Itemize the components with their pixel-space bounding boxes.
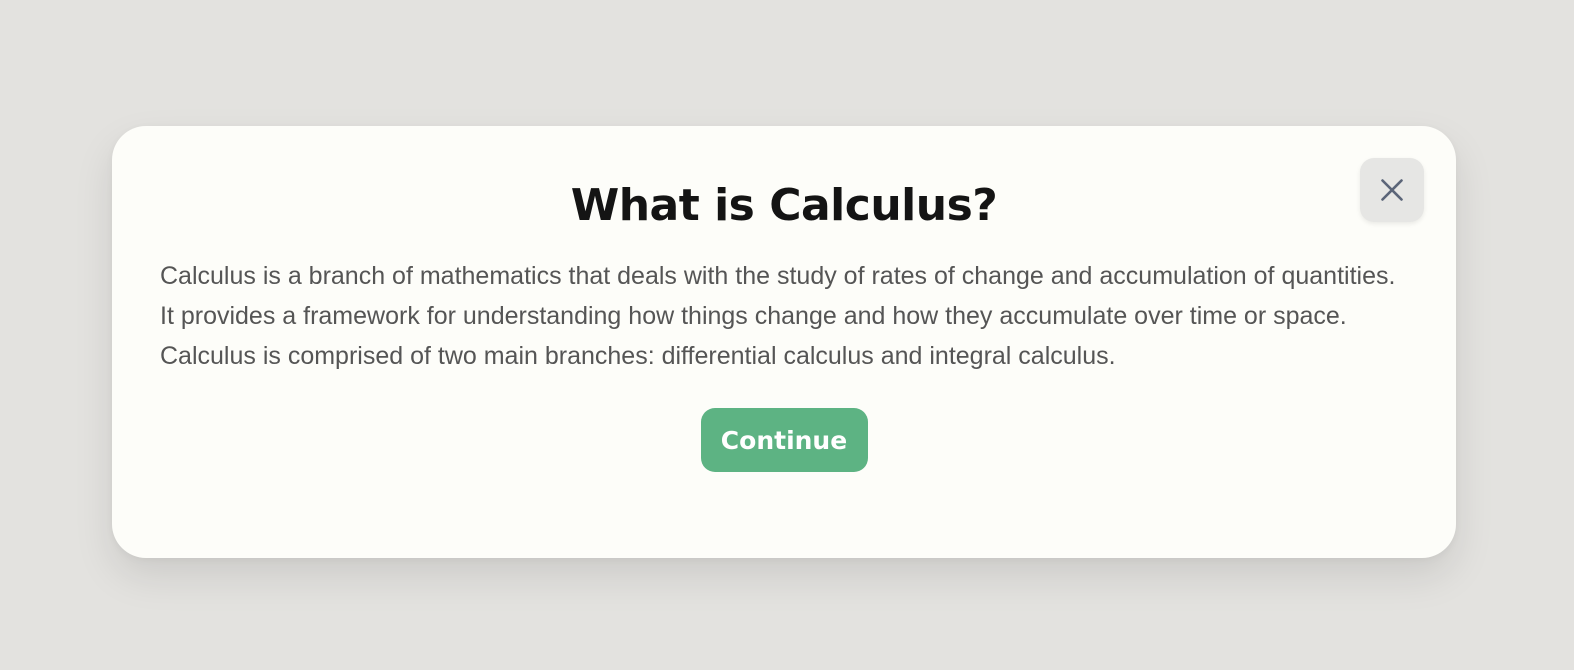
close-icon: [1380, 178, 1404, 202]
close-button[interactable]: [1360, 158, 1424, 222]
dialog-title: What is Calculus?: [570, 180, 998, 231]
dialog-actions: Continue: [160, 408, 1408, 472]
info-dialog: What is Calculus? Calculus is a branch o…: [112, 126, 1456, 558]
dialog-body-text: Calculus is a branch of mathematics that…: [160, 262, 1396, 370]
continue-button[interactable]: Continue: [700, 408, 868, 472]
